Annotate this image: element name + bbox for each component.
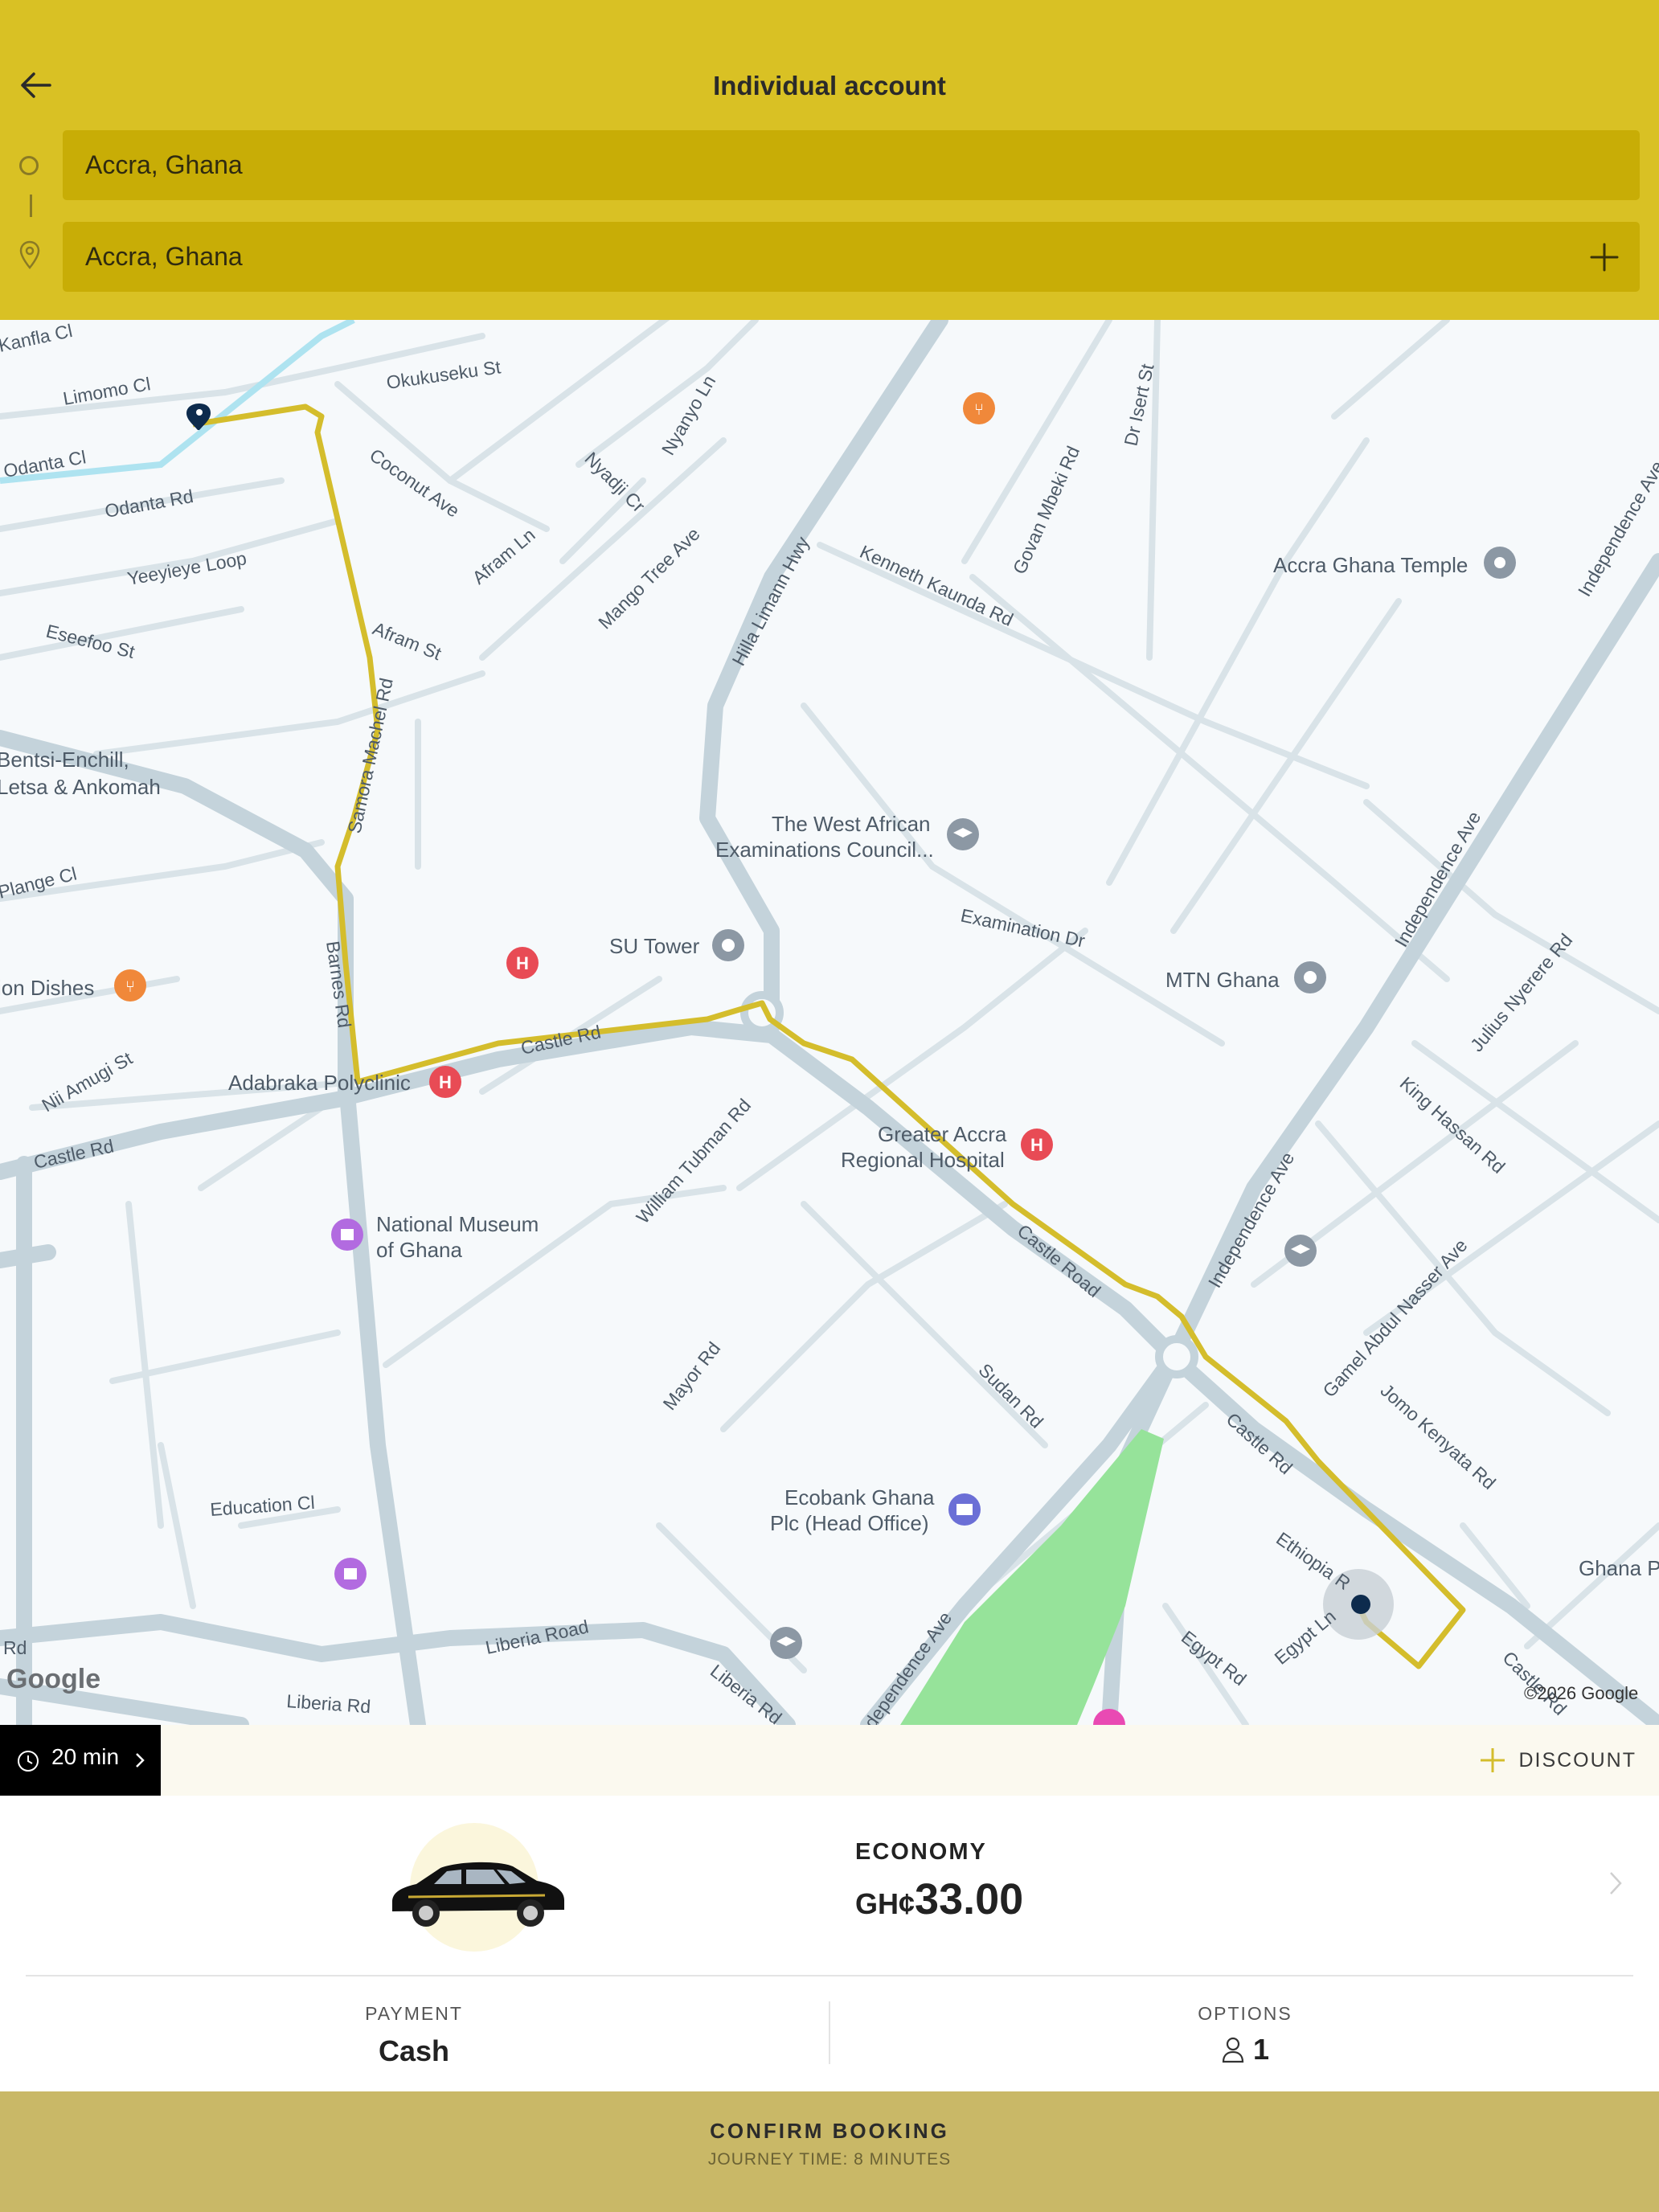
person-icon bbox=[1222, 2037, 1244, 2063]
temple-icon[interactable] bbox=[1484, 547, 1516, 579]
place-label: Regional Hospital bbox=[841, 1148, 1005, 1172]
divider bbox=[829, 2001, 830, 2064]
plus-icon bbox=[1481, 1748, 1505, 1772]
trip-info-bar: 20 min DISCOUNT bbox=[0, 1725, 1659, 1796]
svg-text:H: H bbox=[516, 953, 529, 973]
place-label: ion Dishes bbox=[0, 976, 94, 1000]
museum-icon[interactable] bbox=[334, 1558, 367, 1590]
place-label: MTN Ghana bbox=[1165, 968, 1280, 992]
hospital-icon[interactable]: H bbox=[429, 1066, 461, 1098]
landmark-icon[interactable] bbox=[1294, 961, 1326, 993]
add-stop-plus-icon[interactable] bbox=[1587, 240, 1622, 275]
payment-label: PAYMENT bbox=[365, 2003, 463, 2024]
price-currency: GH¢ bbox=[855, 1887, 916, 1920]
place-label: Ghana P bbox=[1579, 1556, 1659, 1580]
payment-selector[interactable]: PAYMENT Cash bbox=[0, 1993, 828, 2090]
page-title: Individual account bbox=[713, 71, 946, 100]
place-label: Bentsi-Enchill, bbox=[0, 748, 129, 772]
place-label: Ecobank Ghana bbox=[784, 1485, 935, 1509]
google-logo: Google bbox=[6, 1664, 100, 1694]
place-label: of Ghana bbox=[376, 1238, 463, 1262]
place-label: National Museum bbox=[376, 1212, 539, 1236]
destination-pin-icon bbox=[19, 240, 40, 269]
place-label: Accra Ghana Temple bbox=[1273, 553, 1468, 577]
map-copyright: ©2026 Google bbox=[1524, 1683, 1638, 1703]
place-label: Examinations Council... bbox=[715, 838, 934, 862]
education-icon[interactable] bbox=[1284, 1235, 1317, 1267]
chevron-right-icon bbox=[1610, 1872, 1622, 1895]
map-view[interactable]: H H H ⑂ ⑂ Accra Ghana Temple The West Af… bbox=[0, 320, 1659, 1725]
restaurant-icon[interactable]: ⑂ bbox=[963, 392, 995, 424]
landmark-icon[interactable] bbox=[712, 929, 744, 961]
journey-time-label: JOURNEY TIME: 8 MINUTES bbox=[707, 2150, 952, 2169]
eta-text: 20 min bbox=[51, 1744, 120, 1769]
vehicle-price: GH¢33.00 bbox=[855, 1874, 1023, 1924]
discount-label: DISCOUNT bbox=[1518, 1748, 1636, 1772]
place-label: Adabraka Polyclinic bbox=[228, 1071, 411, 1095]
divider bbox=[26, 1975, 1633, 1976]
chevron-right-icon bbox=[136, 1753, 145, 1768]
vehicle-class: ECONOMY bbox=[855, 1839, 987, 1865]
confirm-booking-button[interactable]: CONFIRM BOOKING JOURNEY TIME: 8 MINUTES bbox=[0, 2091, 1659, 2212]
origin-dot-icon bbox=[19, 156, 39, 175]
hospital-icon[interactable]: H bbox=[506, 947, 539, 979]
svg-text:H: H bbox=[439, 1072, 452, 1092]
car-icon bbox=[392, 1862, 564, 1927]
place-label: Greater Accra bbox=[878, 1122, 1007, 1146]
education-icon[interactable] bbox=[770, 1627, 802, 1659]
options-label: OPTIONS bbox=[1198, 2003, 1292, 2024]
route-connector-line bbox=[30, 195, 32, 217]
svg-text:Rd: Rd bbox=[3, 1637, 27, 1658]
origin-field[interactable]: Accra, Ghana bbox=[63, 130, 1640, 200]
price-amount: 33.00 bbox=[915, 1875, 1024, 1923]
destination-field[interactable]: Accra, Ghana bbox=[63, 222, 1640, 292]
discount-button[interactable]: DISCOUNT bbox=[1478, 1725, 1636, 1796]
map-canvas[interactable]: H H H ⑂ ⑂ Accra Ghana Temple The West Af… bbox=[0, 320, 1659, 1725]
place-label: Letsa & Ankomah bbox=[0, 775, 161, 799]
passenger-count: 1 bbox=[1252, 2033, 1270, 2066]
restaurant-icon[interactable]: ⑂ bbox=[114, 969, 146, 1002]
eta-button[interactable]: 20 min bbox=[0, 1725, 161, 1796]
hospital-icon[interactable]: H bbox=[1021, 1129, 1053, 1161]
current-location-dot bbox=[1351, 1595, 1370, 1614]
confirm-booking-label: CONFIRM BOOKING bbox=[710, 2119, 949, 2143]
education-icon[interactable] bbox=[947, 818, 979, 850]
top-bar: Individual account Accra, Ghana Accra, G… bbox=[0, 0, 1659, 320]
svg-text:H: H bbox=[1030, 1135, 1043, 1155]
svg-text:⑂: ⑂ bbox=[125, 977, 135, 996]
bank-icon[interactable] bbox=[948, 1493, 981, 1526]
place-label: SU Tower bbox=[609, 934, 700, 958]
options-selector[interactable]: OPTIONS 1 bbox=[831, 1993, 1659, 2090]
vehicle-option[interactable]: ECONOMY GH¢33.00 bbox=[0, 1796, 1659, 1974]
museum-icon[interactable] bbox=[331, 1219, 363, 1251]
place-label: The West African bbox=[772, 812, 931, 836]
place-label: Plc (Head Office) bbox=[770, 1511, 928, 1535]
clock-icon bbox=[18, 1751, 39, 1772]
payment-value: Cash bbox=[378, 2034, 450, 2067]
svg-text:⑂: ⑂ bbox=[974, 399, 984, 419]
